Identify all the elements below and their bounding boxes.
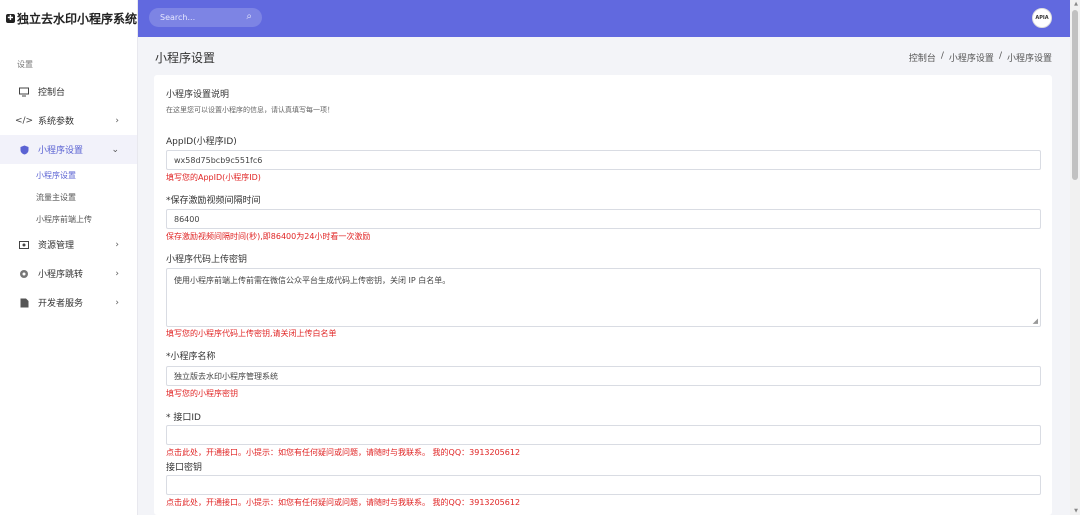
breadcrumb-item-dashboard[interactable]: 控制台: [909, 51, 936, 64]
sidebar-item-jump[interactable]: 小程序跳转 ›: [0, 259, 137, 288]
upload-key-hint: 填写您的小程序代码上传密钥,请关闭上传白名单: [166, 329, 337, 338]
resize-grip-icon[interactable]: ◢: [1033, 317, 1038, 325]
chevron-right-icon: ›: [115, 268, 119, 279]
sidebar-item-label: 小程序跳转: [38, 270, 84, 280]
image-icon: [19, 240, 29, 250]
api-key-label: 接口密钥: [166, 463, 203, 473]
page-title: 小程序设置: [155, 51, 216, 65]
sidebar-item-label: 控制台: [38, 88, 66, 98]
api-id-label: * 接口ID: [166, 413, 201, 423]
upload-key-textarea[interactable]: 使用小程序前端上传前需在微信公众平台生成代码上传密钥，关闭 IP 白名单。 ◢: [166, 268, 1041, 327]
api-key-hint[interactable]: 点击此处，开通接口。小提示：如您有任何疑问或问题，请随时与我联系。 我的QQ：3…: [166, 497, 520, 508]
search-placeholder: Search...: [160, 13, 196, 22]
breadcrumb-separator: /: [940, 51, 944, 61]
intro-title: 小程序设置说明: [166, 90, 230, 100]
search-input[interactable]: Search... ⌕: [149, 8, 262, 27]
brand[interactable]: ✚ 独立去水印小程序系统: [0, 0, 137, 37]
search-icon[interactable]: ⌕: [246, 11, 252, 22]
api-id-input[interactable]: [166, 425, 1041, 445]
api-key-input[interactable]: [166, 475, 1041, 495]
scrollbar[interactable]: ▲ ▼: [1070, 0, 1080, 515]
breadcrumb-item-current: 小程序设置: [1006, 54, 1052, 64]
nav-section-label: 设置: [17, 60, 33, 69]
scroll-down-icon[interactable]: ▼: [1074, 508, 1078, 514]
video-interval-hint: 保存激励视频间隔时间(秒),即86400为24小时看一次激励: [166, 232, 371, 241]
page-header: 小程序设置 控制台 / 小程序设置 / 小程序设置: [138, 37, 1070, 75]
sidebar-subitem-traffic-settings[interactable]: 流量主设置: [0, 186, 137, 208]
monitor-icon: [19, 87, 29, 97]
app-name-input[interactable]: 独立版去水印小程序管理系统: [166, 366, 1041, 386]
brand-title: 独立去水印小程序系统: [16, 12, 137, 26]
breadcrumb-separator: /: [998, 51, 1002, 61]
chevron-right-icon: ›: [115, 239, 119, 250]
intro-description: 在这里您可以设置小程序的信息，请认真填写每一项！: [166, 106, 334, 114]
breadcrumb: 控制台 / 小程序设置 / 小程序设置: [909, 51, 1052, 64]
scrollbar-thumb[interactable]: [1072, 10, 1078, 180]
sidebar-item-label: 开发者服务: [38, 299, 84, 309]
sidebar-item-system-params[interactable]: </> 系统参数 ›: [0, 106, 137, 135]
sidebar-subitem-frontend-upload[interactable]: 小程序前端上传: [0, 208, 137, 230]
appid-label: AppID(小程序ID): [166, 137, 237, 147]
upload-key-label: 小程序代码上传密钥: [166, 255, 248, 265]
sidebar-subitem-miniprogram-settings[interactable]: 小程序设置: [0, 164, 137, 186]
gear-icon: [19, 269, 29, 279]
chevron-right-icon: ›: [115, 115, 119, 126]
settings-card: 小程序设置说明 在这里您可以设置小程序的信息，请认真填写每一项！ AppID(小…: [154, 75, 1052, 515]
sidebar-item-label: 资源管理: [38, 241, 75, 251]
breadcrumb-item-miniprogram[interactable]: 小程序设置: [949, 51, 994, 64]
sidebar-item-dashboard[interactable]: 控制台: [0, 77, 137, 106]
sidebar-item-label: 系统参数: [38, 117, 75, 127]
code-icon: </>: [14, 115, 34, 126]
sidebar-item-label: 小程序设置: [38, 146, 84, 156]
appid-input[interactable]: wx58d75bcb9c551fc6: [166, 150, 1041, 170]
sidebar: ✚ 独立去水印小程序系统 设置 控制台 </> 系统参数 › 小程序设置 ⌄ 小…: [0, 0, 138, 515]
shield-icon: ✚: [6, 14, 15, 23]
video-interval-input[interactable]: 86400: [166, 209, 1041, 229]
sidebar-item-developer[interactable]: 开发者服务 ›: [0, 288, 137, 317]
avatar[interactable]: APIA: [1032, 8, 1052, 28]
video-interval-label: *保存激励视频间隔时间: [166, 196, 261, 206]
api-id-hint[interactable]: 点击此处，开通接口。小提示：如您有任何疑问或问题，请随时与我联系。 我的QQ：3…: [166, 447, 520, 458]
upload-key-value: 使用小程序前端上传前需在微信公众平台生成代码上传密钥，关闭 IP 白名单。: [174, 276, 451, 285]
sidebar-item-miniprogram-settings[interactable]: 小程序设置 ⌄: [0, 135, 137, 164]
app-name-hint: 填写您的小程序密钥: [166, 389, 238, 398]
appid-hint: 填写您的AppID(小程序ID): [166, 173, 261, 182]
topbar: Search... ⌕ APIA: [138, 0, 1080, 37]
scroll-up-icon[interactable]: ▲: [1074, 1, 1078, 7]
chevron-down-icon: ⌄: [111, 144, 119, 155]
file-icon: [19, 298, 29, 308]
sidebar-item-resources[interactable]: 资源管理 ›: [0, 230, 137, 259]
app-name-label: *小程序名称: [166, 352, 216, 362]
shield-icon: [19, 145, 29, 155]
chevron-right-icon: ›: [115, 297, 119, 308]
